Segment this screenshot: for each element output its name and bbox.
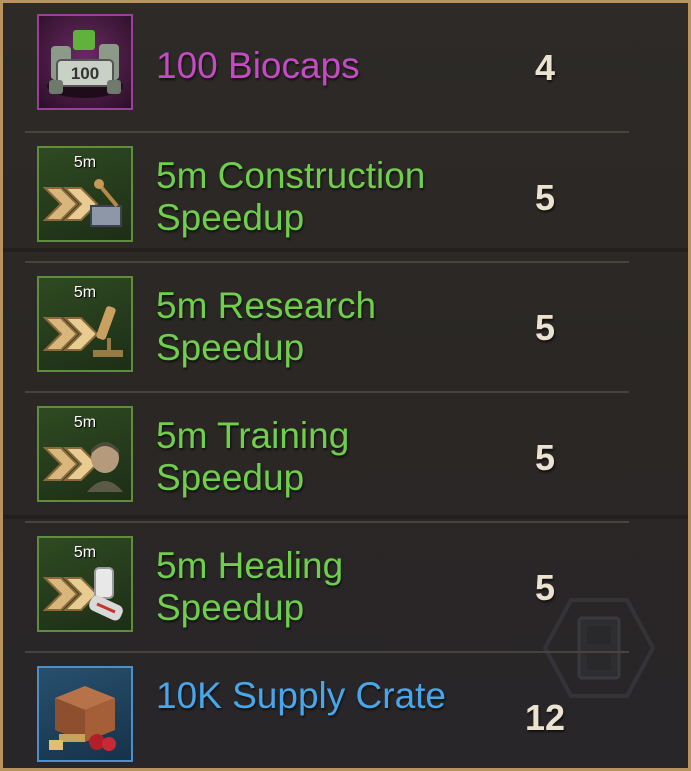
- svg-text:100: 100: [71, 64, 99, 83]
- reward-count: 5: [534, 437, 556, 478]
- reward-row-supply-crate[interactable]: 10K Supply Crate 12: [25, 653, 629, 768]
- training-speedup-icon: 5m: [37, 406, 133, 502]
- reward-name: 100 Biocaps: [156, 45, 360, 86]
- biocaps-pile-icon: 100: [37, 14, 133, 110]
- reward-row-training-speedup[interactable]: 5m 5m Training Speedup 5: [25, 393, 629, 523]
- supply-crate-icon: [37, 666, 133, 762]
- reward-row-healing-speedup[interactable]: 5m 5m Healing Speedup 5: [25, 523, 629, 653]
- reward-name: 10K Supply Crate: [156, 675, 447, 716]
- reward-row-biocaps[interactable]: 100 100 Biocaps 4: [25, 3, 629, 133]
- research-speedup-icon: 5m: [37, 276, 133, 372]
- reward-count: 4: [534, 47, 556, 88]
- construction-speedup-icon: 5m: [37, 146, 133, 242]
- reward-count: 12: [524, 697, 566, 738]
- healing-speedup-icon: 5m: [37, 536, 133, 632]
- reward-count: 5: [534, 567, 556, 608]
- reward-name: 5m Healing Speedup: [156, 545, 344, 628]
- reward-count: 5: [534, 307, 556, 348]
- reward-row-construction-speedup[interactable]: 5m 5m Construction Speedup 5: [25, 133, 629, 263]
- reward-count: 5: [534, 177, 556, 218]
- reward-name: 5m Construction Speedup: [156, 155, 426, 238]
- reward-list-panel: 100 100 Biocaps 4 5m 5m Construction Spe…: [0, 0, 691, 771]
- reward-name: 5m Research Speedup: [156, 285, 377, 368]
- reward-row-research-speedup[interactable]: 5m 5m Research Speedup 5: [25, 263, 629, 393]
- reward-name: 5m Training Speedup: [156, 415, 350, 498]
